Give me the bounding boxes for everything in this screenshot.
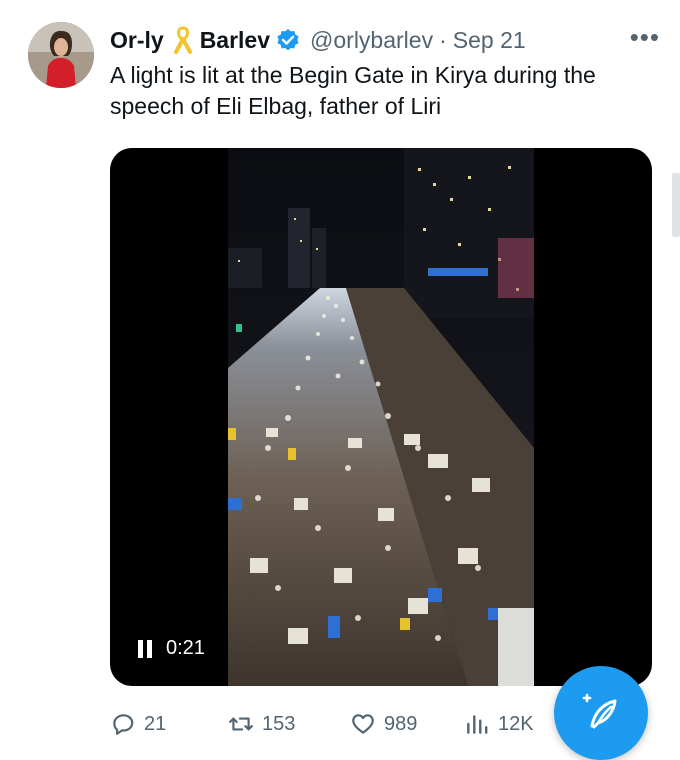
analytics-icon xyxy=(467,715,488,734)
tweet-text: A light is lit at the Begin Gate in Kiry… xyxy=(110,62,596,119)
author-name-first[interactable]: Or-ly xyxy=(110,27,164,54)
tweet-date[interactable]: Sep 21 xyxy=(453,27,526,54)
like-button[interactable]: 989 xyxy=(350,711,464,737)
video-time: 0:21 xyxy=(166,637,205,659)
pause-icon[interactable] xyxy=(138,639,152,658)
retweet-count: 153 xyxy=(262,712,296,735)
tweet-actions: 21 153 989 12K xyxy=(110,706,570,742)
yellow-ribbon-icon xyxy=(172,26,194,54)
compose-tweet-button[interactable] xyxy=(554,666,648,760)
video-frame xyxy=(228,148,534,686)
views-button[interactable]: 12K xyxy=(464,711,564,737)
verified-badge-icon xyxy=(276,28,300,52)
video-player[interactable]: 0:21 xyxy=(110,148,652,686)
tweet-header: Or-ly Barlev @orlybarlev · Sep 21 ••• xyxy=(110,24,660,56)
author-name-last[interactable]: Barlev xyxy=(200,27,270,54)
reply-icon xyxy=(113,714,134,735)
header-separator: · xyxy=(439,26,447,53)
author-handle[interactable]: @orlybarlev xyxy=(310,27,433,54)
like-count: 989 xyxy=(384,712,418,735)
author-avatar[interactable] xyxy=(28,22,94,88)
heart-icon xyxy=(352,714,374,734)
scrollbar-thumb[interactable] xyxy=(672,173,680,237)
more-options-icon[interactable]: ••• xyxy=(630,24,660,50)
video-controls: 0:21 xyxy=(138,637,205,660)
reply-count: 21 xyxy=(144,712,167,735)
retweet-icon xyxy=(229,717,253,731)
retweet-button[interactable]: 153 xyxy=(228,711,350,737)
compose-feather-icon xyxy=(582,693,617,729)
reply-button[interactable]: 21 xyxy=(110,711,228,737)
views-count: 12K xyxy=(498,712,534,735)
